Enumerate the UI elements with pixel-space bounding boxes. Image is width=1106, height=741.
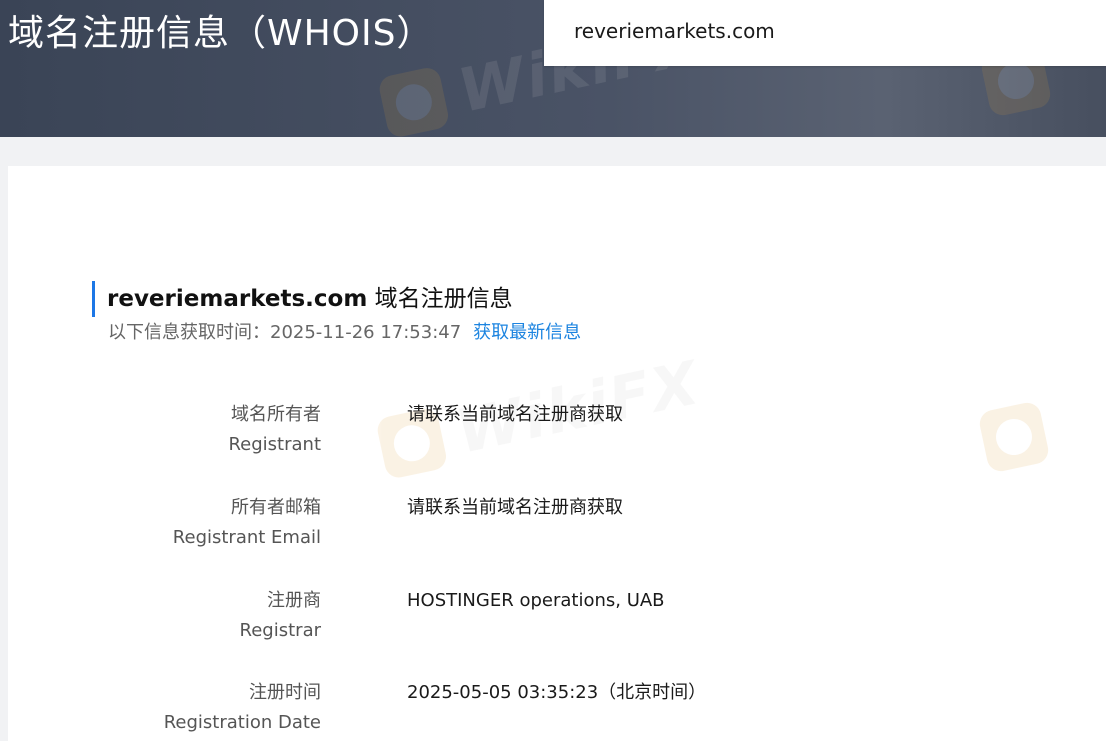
domain-search-input[interactable]: reveriemarkets.com	[544, 0, 1106, 66]
row-value: HOSTINGER operations, UAB	[407, 590, 665, 611]
row-value: 2025-05-05 03:35:23（北京时间）	[407, 682, 707, 703]
row-value: 请联系当前域名注册商获取	[407, 497, 623, 518]
section-domain: reveriemarkets.com	[107, 286, 368, 312]
wikifx-logo-icon	[377, 65, 451, 137]
fetch-time-label: 以下信息获取时间：	[108, 322, 270, 343]
row-label-en: Registrar	[239, 620, 321, 641]
page-title: 域名注册信息（WHOIS）	[8, 13, 434, 54]
row-label-cn: 注册商	[267, 590, 321, 611]
fetch-time-line: 以下信息获取时间：2025-11-26 17:53:47 获取最新信息	[108, 319, 581, 347]
refresh-link[interactable]: 获取最新信息	[473, 322, 581, 343]
page-header: 域名注册信息（WHOIS） WikiFX reveriemarkets.com	[0, 0, 1106, 137]
row-label-en: Registrant Email	[172, 527, 321, 548]
row-label-cn: 所有者邮箱	[231, 497, 321, 518]
section-title-suffix: 域名注册信息	[367, 286, 513, 312]
row-label-cn: 注册时间	[249, 682, 321, 703]
wikifx-logo-icon	[977, 400, 1051, 474]
watermark	[977, 400, 1051, 474]
fetch-time-value: 2025-11-26 17:53:47	[270, 322, 462, 343]
row-value: 请联系当前域名注册商获取	[407, 404, 623, 425]
whois-card: WikiFX reveriemarkets.com 域名注册信息 以下信息获取时…	[8, 166, 1106, 741]
row-label-cn: 域名所有者	[231, 404, 321, 425]
row-label-en: Registration Date	[163, 712, 321, 733]
search-input-value[interactable]: reveriemarkets.com	[574, 14, 775, 48]
section-header: reveriemarkets.com 域名注册信息	[92, 281, 513, 317]
row-label-en: Registrant	[228, 434, 321, 455]
section-title: reveriemarkets.com 域名注册信息	[107, 281, 513, 317]
